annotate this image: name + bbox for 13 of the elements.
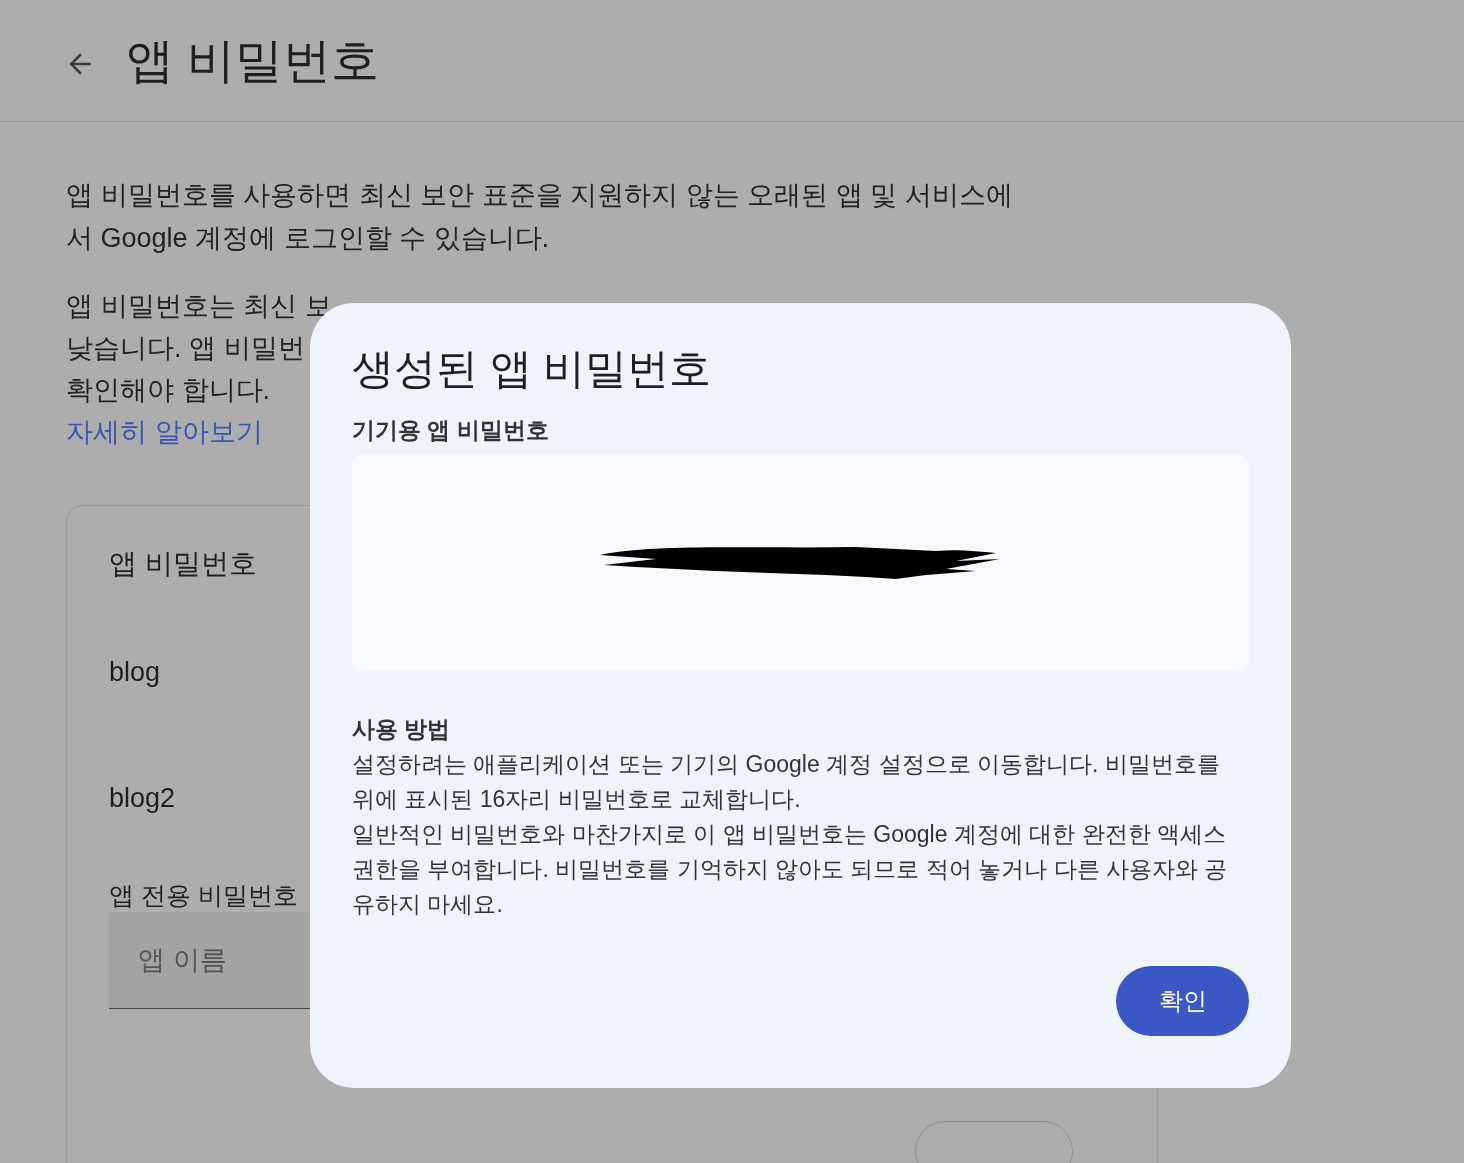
card-title: 앱 비밀번호 (109, 547, 257, 581)
page-title: 앱 비밀번호 (126, 36, 380, 85)
password-label: 기기용 앱 비밀번호 (352, 416, 549, 445)
confirm-button[interactable]: 확인 (1116, 966, 1249, 1036)
notice-text-line: 낮습니다. 앱 비밀번 (66, 332, 305, 365)
create-label: 앱 전용 비밀번호 (109, 880, 298, 911)
howto-heading: 사용 방법 (352, 715, 451, 744)
app-name[interactable]: blog (109, 652, 161, 692)
app-name[interactable]: blog2 (109, 778, 176, 818)
dialog-title: 생성된 앱 비밀번호 (352, 344, 712, 394)
howto-paragraph: 설정하려는 애플리케이션 또는 기기의 Google 계정 설정으로 이동합니다. 비밀번호를 위에 표시된 16자리 비밀번호로 교체합니다. (352, 750, 1221, 814)
intro-paragraph: 앱 비밀번호를 사용하면 최신 보안 표준을 지원하지 않는 오래된 앱 및 서비스에서 Google 계정에 로그인할 수 있습니다. (66, 179, 1014, 255)
notice-text-line: 확인해야 합니다. (66, 374, 270, 407)
